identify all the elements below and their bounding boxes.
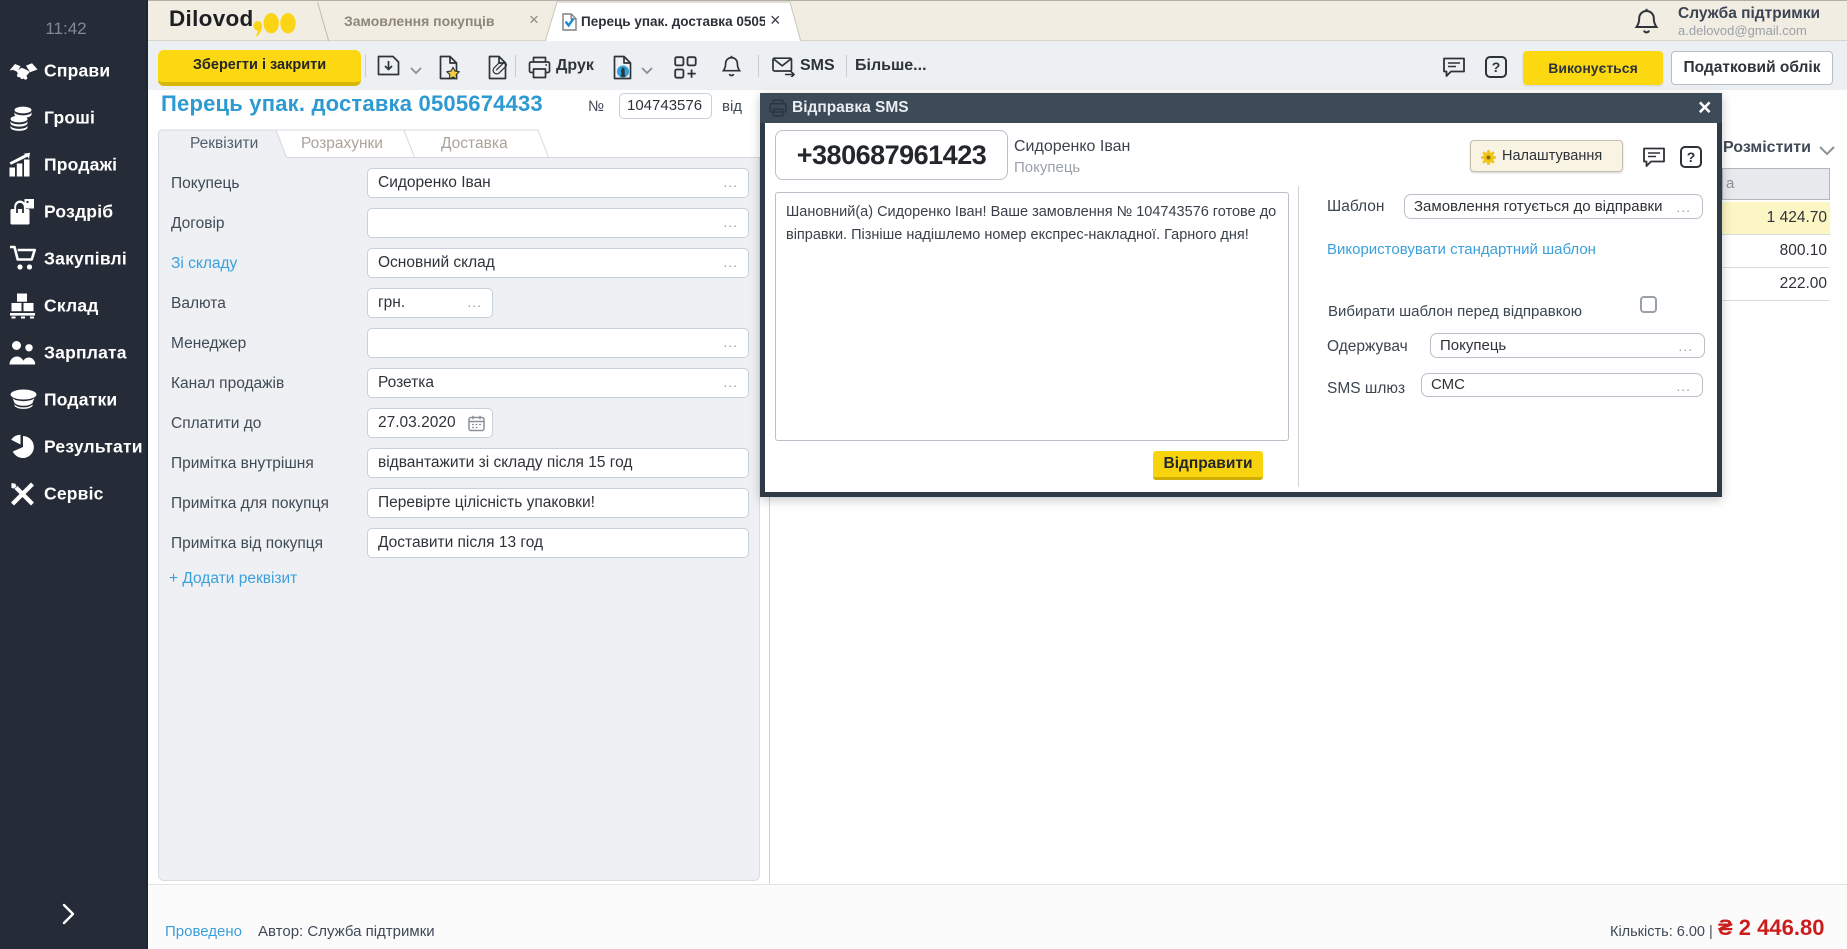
svg-text:i: i xyxy=(621,67,624,79)
